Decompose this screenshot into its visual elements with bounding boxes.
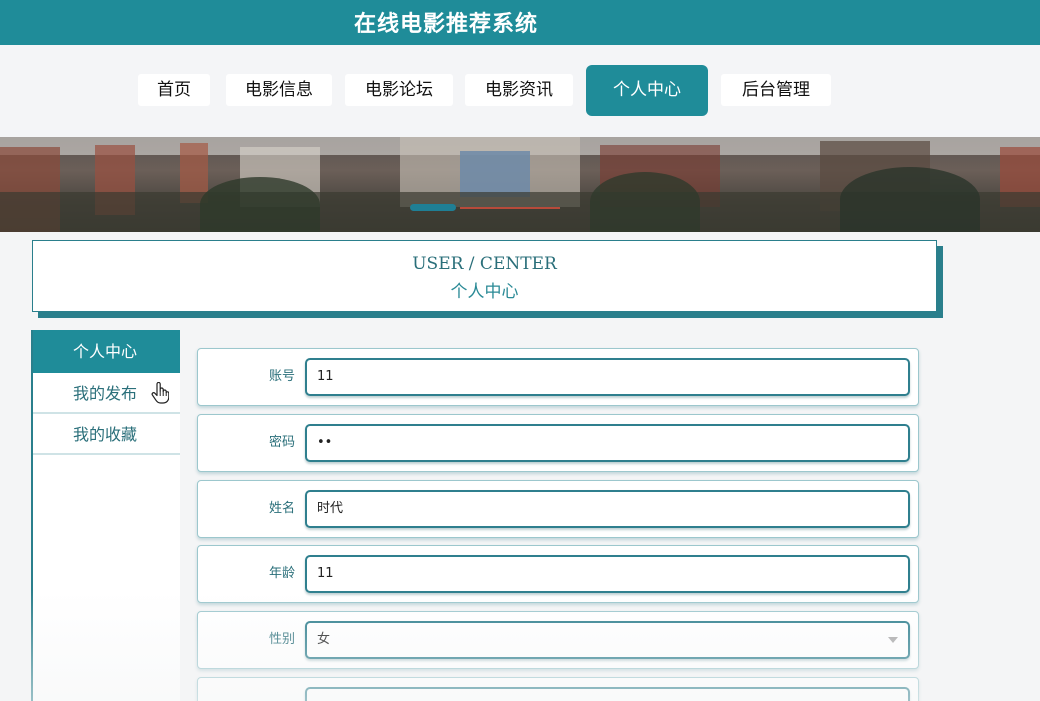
form-row-partial — [197, 677, 919, 701]
nav-item-admin[interactable]: 后台管理 — [721, 74, 831, 106]
field-label-gender: 性别 — [268, 632, 295, 647]
page-title-box: USER / CENTER 个人中心 — [32, 240, 937, 312]
nav-item-user-center[interactable]: 个人中心 — [586, 65, 708, 116]
password-input[interactable]: •• — [305, 424, 910, 462]
field-label-account: 账号 — [268, 369, 295, 384]
sidebar-item-user-center[interactable]: 个人中心 — [33, 330, 180, 373]
nav-item-movie-forum[interactable]: 电影论坛 — [345, 74, 453, 106]
sidebar-item-label: 我的发布 — [73, 384, 138, 403]
carousel-indicator-active[interactable] — [410, 204, 456, 211]
main-navigation: 首页 电影信息 电影论坛 电影资讯 个人中心 后台管理 — [0, 45, 1040, 137]
field-label-age: 年龄 — [268, 566, 295, 581]
partial-input[interactable] — [305, 687, 910, 701]
sidebar-item-my-posts[interactable]: 我的发布 — [33, 373, 180, 414]
nav-item-movie-info[interactable]: 电影信息 — [226, 74, 332, 106]
gender-select[interactable]: 女 — [305, 621, 910, 659]
user-center-sidebar: 个人中心 我的发布 我的收藏 — [31, 330, 180, 701]
nav-item-movie-news[interactable]: 电影资讯 — [465, 74, 573, 106]
carousel-indicator[interactable] — [460, 207, 560, 209]
page-title-en: USER / CENTER — [412, 254, 557, 274]
form-row-age: 年龄 11 — [197, 545, 919, 603]
form-row-password: 密码 •• — [197, 414, 919, 472]
name-input[interactable]: 时代 — [305, 490, 910, 528]
top-header-bar: 在线电影推荐系统 — [0, 0, 1040, 45]
chevron-down-icon — [888, 637, 898, 643]
hand-pointer-icon — [151, 382, 169, 404]
form-row-gender: 性别 女 — [197, 611, 919, 669]
gender-select-value: 女 — [317, 632, 331, 647]
nav-item-home[interactable]: 首页 — [138, 74, 210, 106]
page-title-cn: 个人中心 — [450, 282, 519, 302]
form-row-name: 姓名 时代 — [197, 480, 919, 538]
site-title: 在线电影推荐系统 — [354, 12, 539, 37]
form-row-account: 账号 11 — [197, 348, 919, 406]
field-label-name: 姓名 — [268, 501, 295, 516]
banner-carousel — [0, 137, 1040, 232]
age-input[interactable]: 11 — [305, 555, 910, 593]
account-input[interactable]: 11 — [305, 358, 910, 396]
field-label-password: 密码 — [268, 435, 295, 450]
sidebar-item-my-favorites[interactable]: 我的收藏 — [33, 414, 180, 455]
